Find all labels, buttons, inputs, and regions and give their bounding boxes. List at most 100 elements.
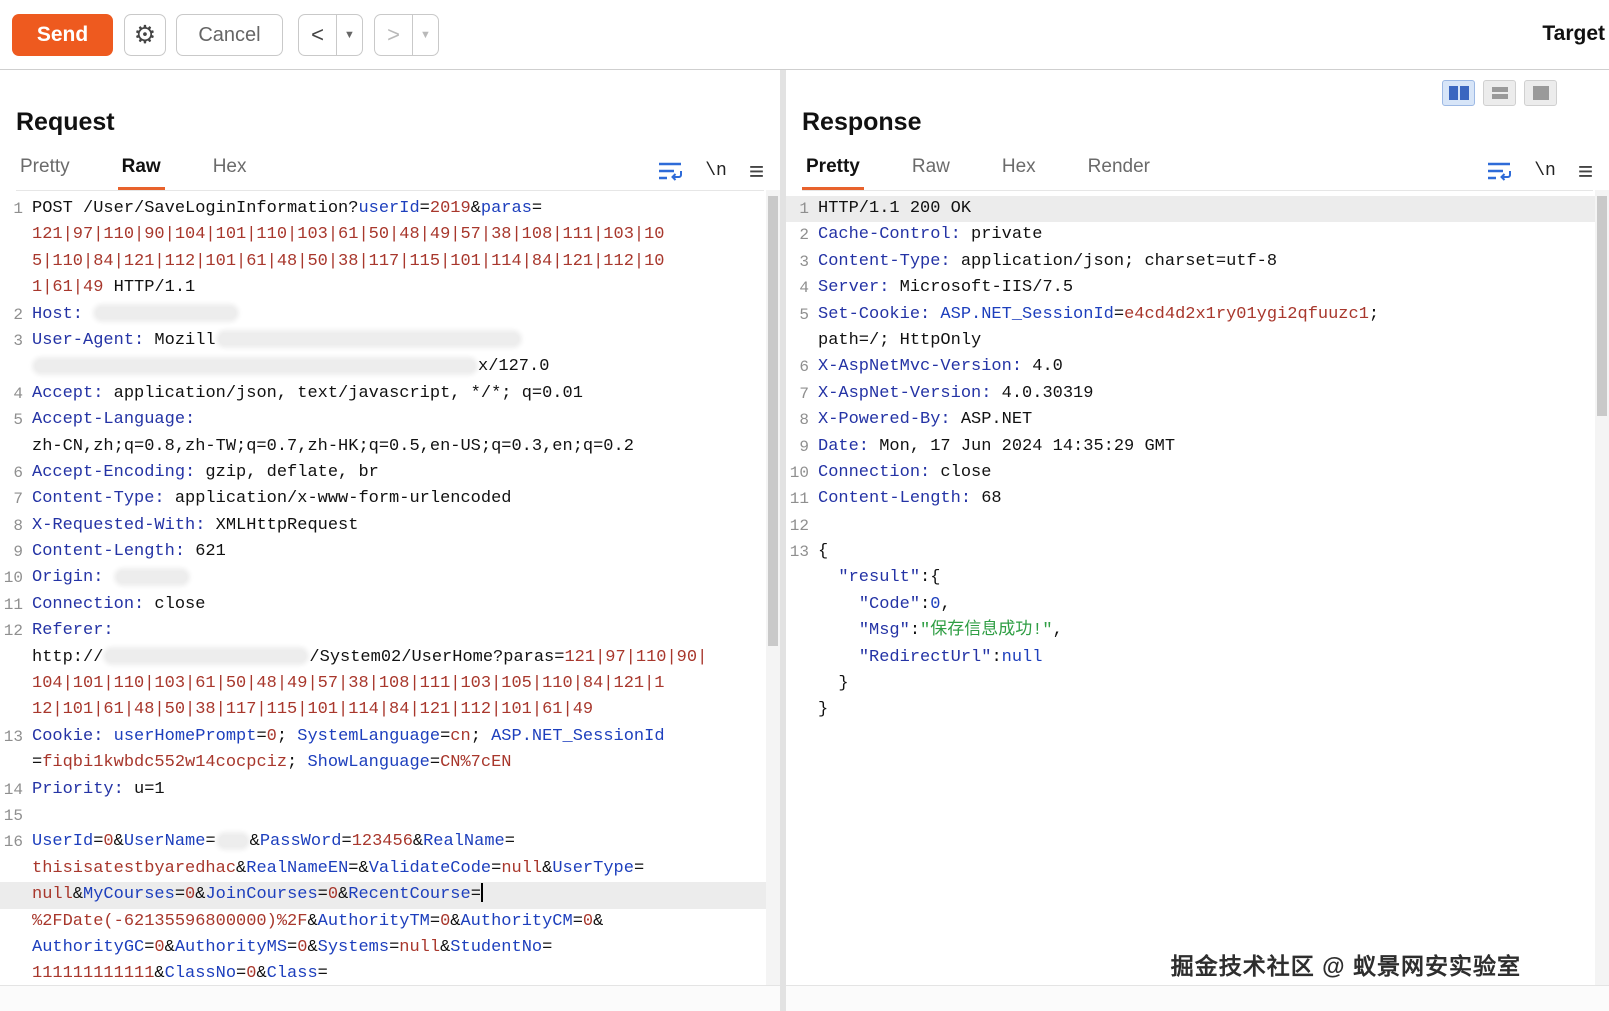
code-line[interactable]: 121|97|110|90|104|101|110|103|61|50|48|4… [0, 222, 766, 248]
code-line[interactable]: 7 Content-Type: application/x-www-form-ur… [0, 486, 766, 512]
code-line[interactable]: 5 Accept-Language: [0, 407, 766, 433]
code-token: } [818, 674, 849, 694]
code-line[interactable]: 7 X-AspNet-Version: 4.0.30319 [786, 381, 1595, 407]
code-line[interactable]: 8 X-Requested-With: XMLHttpRequest [0, 513, 766, 539]
back-dropdown-icon[interactable]: ▼ [336, 15, 362, 55]
code-line[interactable]: 104|101|110|103|61|50|48|49|57|38|108|11… [0, 671, 766, 697]
newline-toggle-icon[interactable]: \n [1534, 161, 1556, 181]
code-line[interactable]: } [786, 697, 1595, 723]
send-button[interactable]: Send [12, 14, 113, 56]
request-tab-hex[interactable]: Hex [209, 156, 251, 190]
code-line[interactable]: 6 X-AspNetMvc-Version: 4.0 [786, 354, 1595, 380]
word-wrap-icon[interactable] [657, 160, 683, 182]
response-tab-pretty[interactable]: Pretty [802, 156, 864, 190]
code-token: Class [266, 964, 318, 984]
code-token: & [307, 911, 318, 931]
code-line[interactable]: AuthorityGC=0&AuthorityMS=0&Systems=null… [0, 935, 766, 961]
code-token: 12|101|61|48|50|38|117|115|101|114|84|12… [32, 700, 594, 720]
cancel-button[interactable]: Cancel [176, 14, 283, 56]
response-panel: Response Pretty Raw Hex Render \n ≡ 1 HTT… [786, 70, 1609, 1011]
word-wrap-icon[interactable] [1486, 160, 1512, 182]
code-line[interactable]: } [786, 671, 1595, 697]
response-editor[interactable]: 1 HTTP/1.1 200 OK 2 Cache-Control: private 3… [786, 190, 1595, 985]
code-line[interactable]: "RedirectUrl":null [786, 645, 1595, 671]
code-line[interactable]: 5 Set-Cookie: ASP.NET_SessionId=e4cd4d2x1… [786, 302, 1595, 328]
line-number: 10 [3, 569, 23, 588]
layout-rows-button[interactable] [1483, 80, 1516, 106]
code-line[interactable]: 14 Priority: u=1 [0, 777, 766, 803]
code-line[interactable]: null&MyCourses=0&JoinCourses=0&RecentCou… [0, 882, 766, 909]
code-line[interactable]: 12 Referer: [0, 618, 766, 644]
code-line[interactable]: 8 X-Powered-By: ASP.NET [786, 407, 1595, 433]
newline-toggle-icon[interactable]: \n [705, 161, 727, 181]
code-line[interactable]: 9 Content-Length: 621 [0, 539, 766, 565]
code-line[interactable]: 1|61|49 HTTP/1.1 [0, 275, 766, 301]
back-button[interactable]: < [299, 15, 336, 55]
code-line[interactable]: 12|101|61|48|50|38|117|115|101|114|84|12… [0, 697, 766, 723]
request-tab-raw[interactable]: Raw [117, 156, 165, 190]
code-line[interactable]: 111111111111&ClassNo=0&Class= [0, 961, 766, 985]
code-token: Content-Type: [818, 251, 951, 271]
forward-button[interactable]: > [375, 15, 412, 55]
line-number [0, 856, 32, 882]
code-line[interactable]: 10 Connection: close [786, 460, 1595, 486]
code-line[interactable]: 15 [0, 803, 766, 829]
code-line[interactable]: %2FDate(-62135596800000)%2F&AuthorityTM=… [0, 909, 766, 935]
code-token: = [1113, 304, 1125, 324]
code-token: null [501, 858, 543, 878]
code-line[interactable]: 5|110|84|121|112|101|61|48|50|38|117|115… [0, 249, 766, 275]
response-scrollbar-thumb[interactable] [1597, 196, 1607, 416]
code-line[interactable]: 13 Cookie: userHomePrompt=0; SystemLangua… [0, 724, 766, 750]
response-tab-raw[interactable]: Raw [908, 156, 954, 190]
code-line[interactable]: "result":{ [786, 565, 1595, 591]
code-line[interactable]: 3 Content-Type: application/json; charset… [786, 249, 1595, 275]
code-line[interactable]: 4 Accept: application/json, text/javascri… [0, 381, 766, 407]
code-token: = [419, 199, 430, 218]
code-token: close [930, 462, 992, 482]
layout-single-button[interactable] [1524, 80, 1557, 106]
code-line[interactable]: 6 Accept-Encoding: gzip, deflate, br [0, 460, 766, 486]
code-line[interactable]: 11 Connection: close [0, 592, 766, 618]
code-line[interactable]: 1 POST /User/SaveLoginInformation?userId=… [0, 196, 766, 222]
response-tab-render[interactable]: Render [1084, 156, 1154, 190]
line-text: thisisatestbyaredhac&RealNameEN=&Validat… [32, 856, 644, 882]
code-line[interactable]: 2 Host: [0, 302, 766, 328]
response-scrollbar[interactable] [1595, 190, 1609, 985]
line-text: Accept-Language: [32, 407, 195, 433]
code-line[interactable]: 1 HTTP/1.1 200 OK [786, 196, 1595, 223]
code-line[interactable]: 16 UserId=0&UserName= &PassWord=123456&Rea… [0, 829, 766, 855]
code-line[interactable]: 2 Cache-Control: private [786, 222, 1595, 248]
code-line[interactable]: zh-CN,zh;q=0.8,zh-TW;q=0.7,zh-HK;q=0.5,e… [0, 434, 766, 460]
code-token: null [399, 937, 441, 957]
request-scrollbar-thumb[interactable] [768, 196, 778, 646]
code-line[interactable]: 12 [786, 513, 1595, 539]
code-token: ; [276, 726, 298, 746]
code-line[interactable]: path=/; HttpOnly [786, 328, 1595, 354]
code-line[interactable]: thisisatestbyaredhac&RealNameEN=&Validat… [0, 856, 766, 882]
editor-menu-icon[interactable]: ≡ [749, 158, 764, 184]
forward-dropdown-icon[interactable]: ▼ [412, 15, 438, 55]
code-line[interactable]: 9 Date: Mon, 17 Jun 2024 14:35:29 GMT [786, 434, 1595, 460]
request-tab-pretty[interactable]: Pretty [16, 156, 74, 190]
code-line[interactable]: x/127.0 [0, 354, 766, 380]
code-line[interactable]: 3 User-Agent: Mozill [0, 328, 766, 354]
code-token: = [440, 726, 451, 746]
request-editor[interactable]: 1 POST /User/SaveLoginInformation?userId=… [0, 190, 766, 985]
gear-icon[interactable]: ⚙ [124, 14, 166, 56]
layout-columns-button[interactable] [1442, 80, 1475, 106]
editor-menu-icon[interactable]: ≡ [1578, 158, 1593, 184]
code-line[interactable]: 13 { [786, 539, 1595, 565]
code-line[interactable]: http:// /System02/UserHome?paras=121|97|1… [0, 645, 766, 671]
code-line[interactable]: "Msg":"保存信息成功!", [786, 618, 1595, 644]
request-scrollbar[interactable] [766, 190, 780, 985]
code-line[interactable]: 10 Origin: [0, 565, 766, 591]
code-token: SystemLanguage [297, 726, 441, 746]
line-number: 2 [799, 226, 809, 245]
code-line[interactable]: 4 Server: Microsoft-IIS/7.5 [786, 275, 1595, 301]
code-line[interactable]: =fiqbi1kwbdc552w14cocpciz; ShowLanguage=… [0, 750, 766, 776]
code-token: 2019 [429, 199, 471, 218]
response-tab-hex[interactable]: Hex [998, 156, 1040, 190]
code-line[interactable]: 11 Content-Length: 68 [786, 486, 1595, 512]
code-line[interactable]: "Code":0, [786, 592, 1595, 618]
